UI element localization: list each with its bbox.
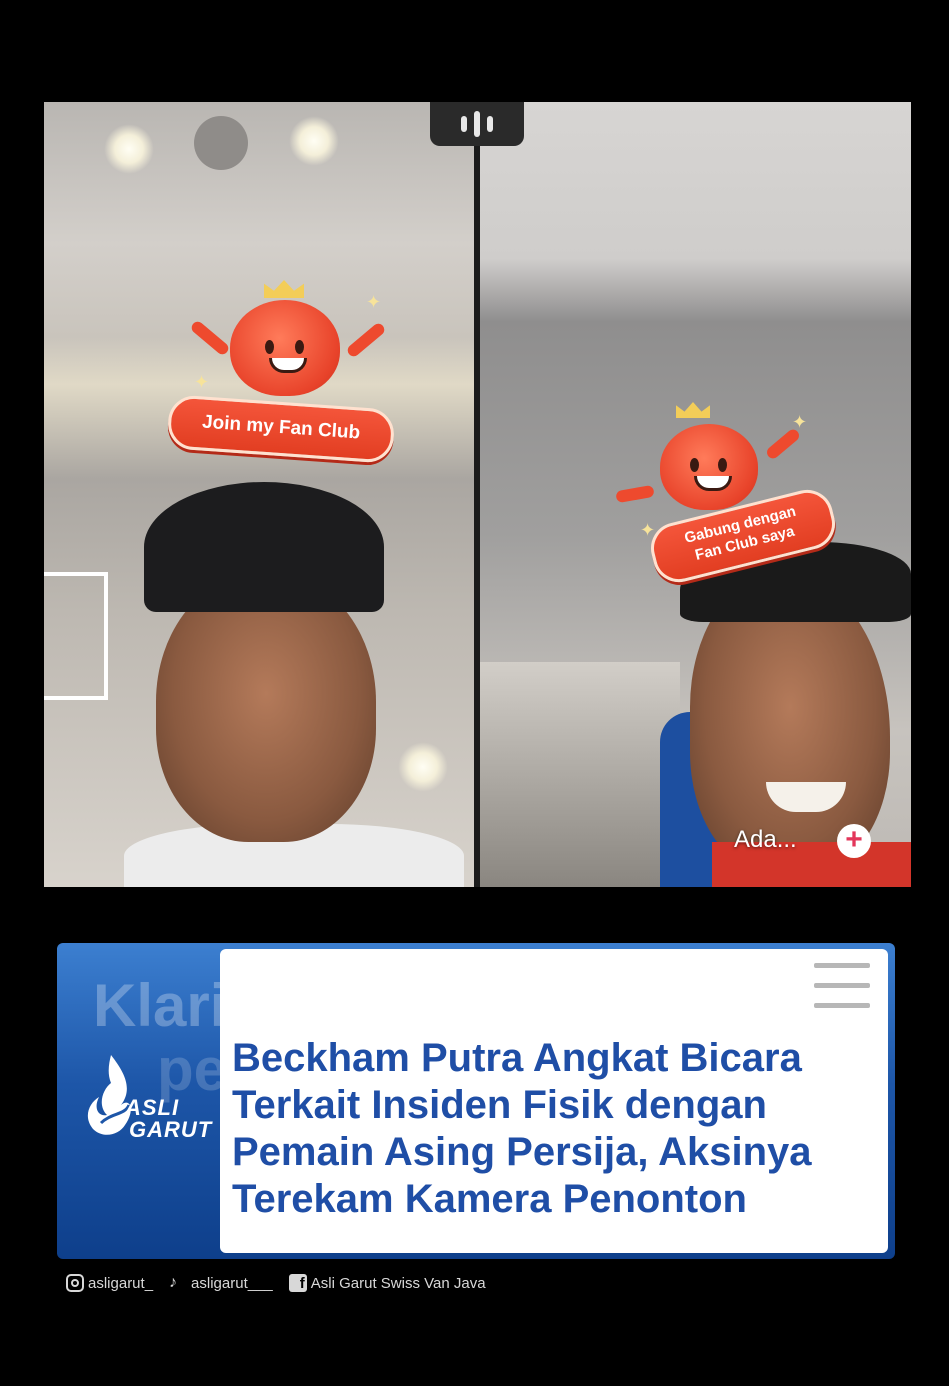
news-headline: Beckham Putra Angkat Bicara Terkait Insi… — [232, 1036, 812, 1221]
person-face — [156, 572, 376, 842]
window-frame — [44, 572, 108, 700]
ceiling-light — [104, 124, 154, 174]
logo-text: GARUT — [129, 1117, 213, 1142]
sparkle-icon: ✦ — [194, 372, 210, 392]
background-title-fragment: Klari — [93, 972, 227, 1039]
ceiling-speaker — [194, 116, 248, 170]
ceiling-light — [398, 742, 448, 792]
badge-arm — [345, 321, 387, 359]
headline-panel: Beckham Putra Angkat Bicara Terkait Insi… — [220, 949, 888, 1253]
facebook-handle-text: Asli Garut Swiss Van Java — [310, 1274, 486, 1292]
asli-garut-logo: ASLI GARUT — [75, 1053, 225, 1163]
fan-club-badge-label: Join my Fan Club — [166, 394, 396, 464]
fan-club-badge[interactable]: ✦ ✦ Join my Fan Club — [166, 252, 408, 492]
right-video-pane: ✦ ✦ Gabung dengan Fan Club saya — [480, 102, 911, 887]
left-video-pane: ✦ ✦ Join my Fan Club — [44, 102, 474, 887]
video-call-area: ✦ ✦ Join my Fan Club ✦ ✦ Gabung dengan F… — [44, 102, 911, 887]
instagram-handle-text: asligarut_ — [88, 1274, 154, 1292]
heart-mascot-icon — [660, 424, 758, 510]
instagram-handle[interactable]: asligarut_ — [66, 1274, 153, 1292]
social-handles-bar: asligarut_ ♪ asligarut___ f Asli Garut S… — [66, 1272, 502, 1294]
tiktok-handle-text: asligarut___ — [191, 1274, 273, 1292]
facebook-handle[interactable]: f Asli Garut Swiss Van Java — [288, 1274, 486, 1292]
add-participant-button[interactable]: + — [837, 824, 871, 858]
split-divider — [474, 102, 480, 887]
crown-icon — [676, 402, 710, 418]
tiktok-handle[interactable]: ♪ asligarut___ — [169, 1274, 273, 1292]
tiktok-icon: ♪ — [169, 1274, 178, 1291]
crown-icon — [264, 280, 304, 298]
background-bags — [480, 662, 680, 887]
sparkle-icon: ✦ — [366, 292, 382, 312]
heart-mascot-icon — [230, 300, 340, 396]
facebook-icon: f — [288, 1274, 307, 1292]
sparkle-icon: ✦ — [792, 412, 808, 432]
ceiling-light — [289, 116, 339, 166]
fan-club-badge[interactable]: ✦ ✦ Gabung dengan Fan Club saya — [615, 402, 856, 612]
news-card: Klari pe ASLI GARUT Beckham Putra Angkat… — [57, 943, 895, 1259]
instagram-icon — [66, 1274, 84, 1292]
participant-name-label: Ada... — [734, 826, 797, 853]
badge-arm — [189, 319, 231, 357]
split-handle[interactable] — [430, 102, 524, 146]
person-cap — [144, 482, 384, 612]
badge-arm — [615, 484, 655, 504]
menu-icon[interactable] — [814, 963, 870, 1011]
